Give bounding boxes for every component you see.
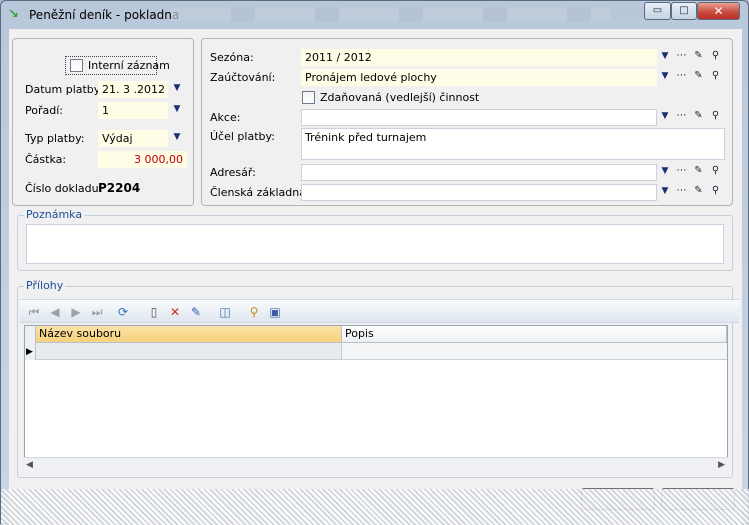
grid-cell-popis[interactable] bbox=[342, 343, 727, 360]
akce-field[interactable] bbox=[301, 109, 657, 126]
ucel-label: Účel platby: bbox=[210, 130, 275, 143]
clenska-label: Členská základna: bbox=[210, 186, 310, 199]
intern-label: Interní záznam bbox=[88, 59, 170, 72]
pencil-icon[interactable]: ✎ bbox=[691, 69, 706, 84]
current-row-arrow-icon: ▶ bbox=[26, 347, 33, 357]
cislo-value: P2204 bbox=[98, 181, 141, 195]
chevron-down-icon[interactable]: ▼ bbox=[170, 102, 184, 117]
ellipsis-icon[interactable]: ⋯ bbox=[674, 184, 689, 199]
app-logo-icon: ↘ bbox=[8, 7, 19, 22]
dialog-window: ↘ Peněžní deník - pokladna ▭ □ ✕ Interní… bbox=[0, 0, 749, 525]
new-document-icon[interactable]: ▯ bbox=[146, 304, 162, 320]
close-button[interactable]: ✕ bbox=[697, 2, 740, 20]
akce-label: Akce: bbox=[210, 111, 241, 124]
castka-label: Částka: bbox=[25, 153, 67, 166]
chevron-down-icon[interactable]: ▼ bbox=[170, 130, 184, 145]
left-panel: Interní záznam Datum platby: 21. 3 .2012… bbox=[12, 38, 194, 206]
ellipsis-icon[interactable]: ⋯ bbox=[674, 69, 689, 84]
zdan-checkbox[interactable] bbox=[302, 91, 315, 104]
previous-record-icon[interactable]: ◀ bbox=[47, 304, 63, 320]
cislo-label: Číslo dokladu: bbox=[25, 182, 103, 195]
save-icon[interactable]: ▣ bbox=[267, 304, 283, 320]
ellipsis-icon[interactable]: ⋯ bbox=[674, 49, 689, 64]
ellipsis-icon[interactable]: ⋯ bbox=[674, 109, 689, 124]
maximize-button[interactable]: □ bbox=[671, 2, 697, 20]
zauc-field[interactable]: Pronájem ledové plochy bbox=[301, 69, 657, 86]
chevron-down-icon[interactable]: ▼ bbox=[658, 69, 672, 84]
minimize-button[interactable]: ▭ bbox=[644, 2, 671, 20]
sezona-field[interactable]: 2011 / 2012 bbox=[301, 49, 657, 66]
adresar-field[interactable] bbox=[301, 164, 657, 181]
magnifier-icon[interactable]: ⚲ bbox=[708, 164, 723, 179]
scroll-left-icon[interactable]: ◀ bbox=[26, 460, 33, 470]
window-title: Peněžní deník - pokladna bbox=[29, 8, 180, 22]
next-record-icon[interactable]: ▶ bbox=[68, 304, 84, 320]
magnifier-icon[interactable]: ⚲ bbox=[708, 49, 723, 64]
find-icon[interactable]: ⚲ bbox=[246, 304, 262, 320]
magnifier-icon[interactable]: ⚲ bbox=[708, 109, 723, 124]
ellipsis-icon[interactable]: ⋯ bbox=[674, 164, 689, 179]
refresh-icon[interactable]: ⟳ bbox=[115, 304, 131, 320]
poznamka-group: Poznámka bbox=[17, 208, 733, 271]
poradi-field[interactable]: 1 bbox=[98, 102, 168, 119]
datum-label: Datum platby: bbox=[25, 83, 104, 96]
ucel-field[interactable]: Trénink před turnajem bbox=[301, 128, 725, 160]
pencil-icon[interactable]: ✎ bbox=[691, 49, 706, 64]
chevron-down-icon[interactable]: ▼ bbox=[658, 109, 672, 124]
open-attachment-icon[interactable]: ◫ bbox=[217, 304, 233, 320]
prilohy-title: Přílohy bbox=[24, 279, 66, 292]
attachments-grid: Název souboru Popis ▶ bbox=[24, 325, 728, 473]
zdan-label: Zdaňovaná (vedlejší) činnost bbox=[320, 91, 480, 104]
magnifier-icon[interactable]: ⚲ bbox=[708, 69, 723, 84]
adresar-label: Adresář: bbox=[210, 166, 256, 179]
magnifier-icon[interactable]: ⚲ bbox=[708, 184, 723, 199]
horizontal-scrollbar[interactable]: ◀ ▶ bbox=[24, 457, 728, 473]
chevron-down-icon[interactable]: ▼ bbox=[658, 184, 672, 199]
scroll-right-icon[interactable]: ▶ bbox=[718, 460, 725, 470]
grid-cell-nazev[interactable] bbox=[36, 343, 342, 360]
intern-toggle[interactable]: Interní záznam bbox=[65, 56, 170, 75]
typ-field[interactable]: Výdaj bbox=[98, 130, 168, 147]
first-record-icon[interactable]: ⏮ bbox=[26, 304, 42, 320]
typ-label: Typ platby: bbox=[25, 132, 85, 145]
column-header-nazev[interactable]: Název souboru bbox=[36, 326, 342, 343]
right-panel: Sezóna: 2011 / 2012 ▼ ⋯ ✎ ⚲ Zaúčtování: … bbox=[201, 38, 733, 206]
attachments-toolbar: ⏮ ◀ ▶ ⏭ ⟳ ▯ ✕ ✎ ◫ ⚲ ▣ bbox=[20, 299, 739, 323]
column-header-popis[interactable]: Popis bbox=[342, 326, 727, 343]
intern-checkbox[interactable] bbox=[70, 59, 83, 72]
background-window-blur bbox=[171, 7, 611, 21]
datum-field[interactable]: 21. 3 .2012 bbox=[98, 81, 168, 98]
sezona-label: Sezóna: bbox=[210, 51, 254, 64]
castka-field[interactable]: 3 000,00 bbox=[98, 151, 187, 168]
obscured-area bbox=[1, 489, 749, 525]
poradi-label: Pořadí: bbox=[25, 104, 63, 117]
poznamka-title: Poznámka bbox=[24, 208, 85, 221]
pencil-icon[interactable]: ✎ bbox=[691, 184, 706, 199]
zauc-label: Zaúčtování: bbox=[210, 71, 276, 84]
dialog-client: Interní záznam Datum platby: 21. 3 .2012… bbox=[9, 29, 742, 525]
pencil-icon[interactable]: ✎ bbox=[691, 109, 706, 124]
edit-document-icon[interactable]: ✎ bbox=[188, 304, 204, 320]
chevron-down-icon[interactable]: ▼ bbox=[658, 49, 672, 64]
title-bar: ↘ Peněžní deník - pokladna ▭ □ ✕ bbox=[1, 1, 748, 29]
poznamka-textarea[interactable] bbox=[26, 224, 724, 264]
delete-icon[interactable]: ✕ bbox=[167, 304, 183, 320]
last-record-icon[interactable]: ⏭ bbox=[89, 304, 105, 320]
chevron-down-icon[interactable]: ▼ bbox=[658, 164, 672, 179]
chevron-down-icon[interactable]: ▼ bbox=[170, 81, 184, 96]
clenska-field[interactable] bbox=[301, 184, 657, 201]
pencil-icon[interactable]: ✎ bbox=[691, 164, 706, 179]
